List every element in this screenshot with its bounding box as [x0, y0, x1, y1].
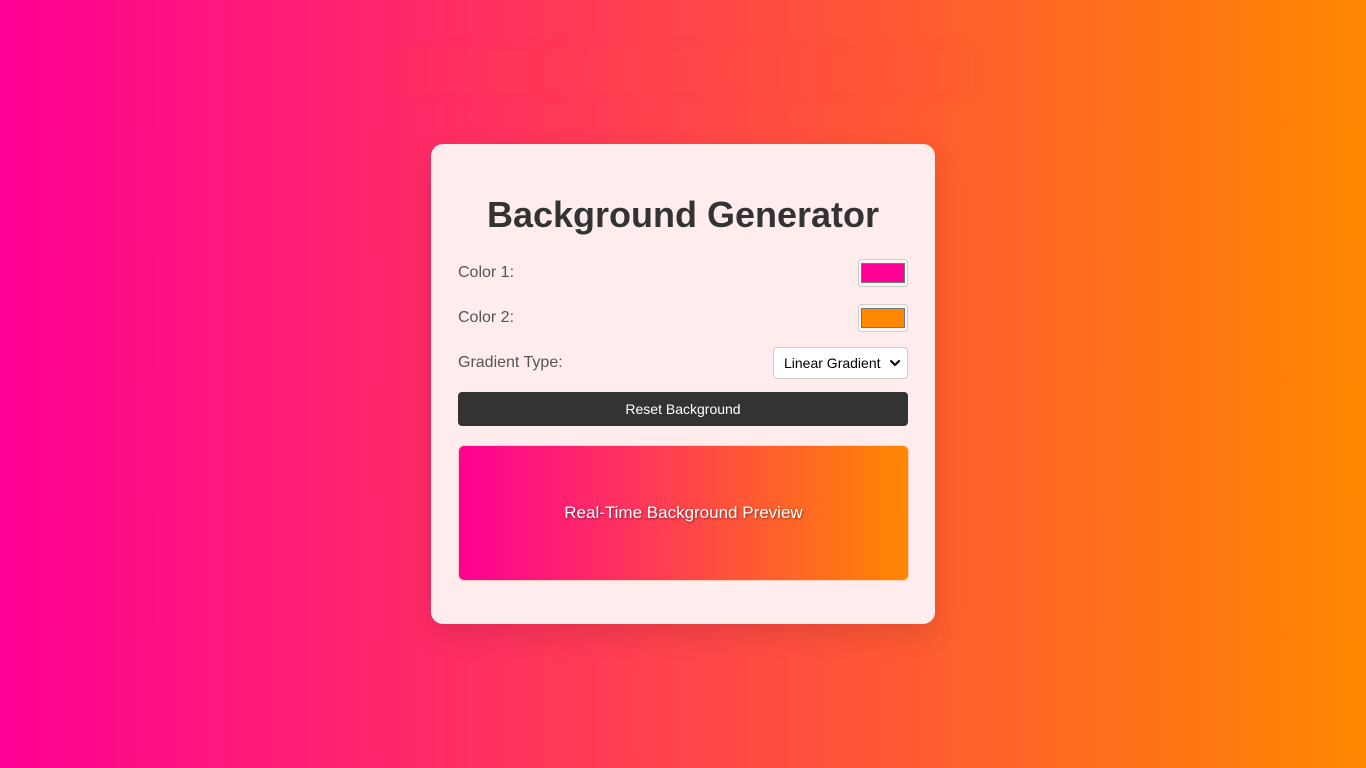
gradient-type-label: Gradient Type: [458, 354, 563, 371]
reset-background-button[interactable]: Reset Background [458, 392, 908, 426]
generator-card: Background Generator Color 1: Color 2: G… [431, 144, 935, 624]
color2-label: Color 2: [458, 309, 515, 326]
gradient-type-select[interactable]: Linear Gradient [773, 347, 908, 379]
color2-row: Color 2: [458, 301, 908, 335]
color2-swatch [861, 308, 905, 328]
color1-label: Color 1: [458, 264, 515, 281]
color2-picker[interactable] [858, 304, 908, 332]
chevron-down-icon [890, 360, 900, 366]
preview-label: Real-Time Background Preview [564, 503, 803, 522]
gradient-type-selected-value: Linear Gradient [784, 355, 881, 371]
gradient-type-row: Gradient Type: Linear Gradient [458, 346, 908, 380]
background-preview: Real-Time Background Preview [458, 445, 909, 581]
color1-swatch [861, 263, 905, 283]
color1-row: Color 1: [458, 256, 908, 290]
color1-picker[interactable] [858, 259, 908, 287]
faint-background-banner [395, 50, 975, 92]
page-title: Background Generator [486, 194, 880, 235]
